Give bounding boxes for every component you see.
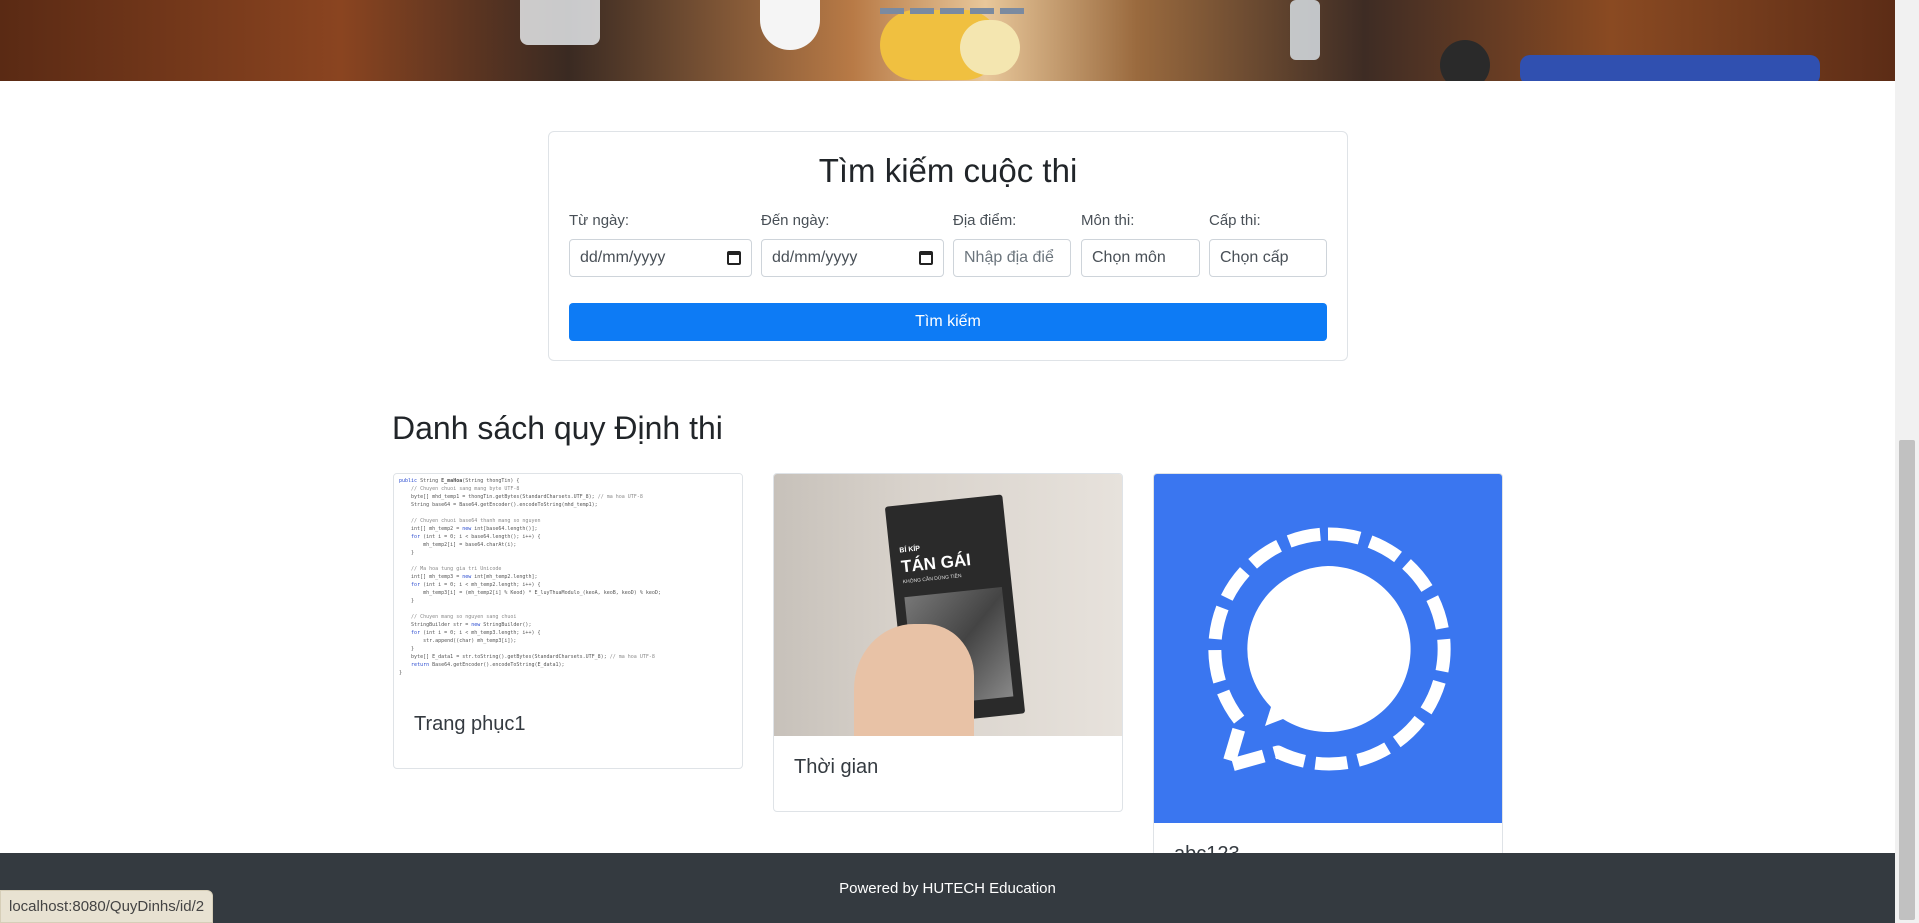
scrollbar-thumb[interactable] xyxy=(1899,440,1915,920)
from-date-label: Từ ngày: xyxy=(569,212,630,229)
card-title[interactable]: Thời gian xyxy=(774,736,1122,811)
rule-card[interactable]: abc123 xyxy=(1153,473,1503,899)
location-input[interactable]: Nhập địa điể xyxy=(953,239,1071,277)
from-date-value: dd/mm/yyyy xyxy=(580,249,666,266)
card-image-book: BÍ KÍP TÁN GÁI KHÔNG CẦN DÙNG TIỀN xyxy=(774,474,1122,736)
card-image-code-screenshot: public String E_maHoa(String thongTin) {… xyxy=(394,474,742,693)
from-date-input[interactable]: dd/mm/yyyy xyxy=(569,239,752,277)
search-button[interactable]: Tìm kiếm xyxy=(569,303,1327,341)
footer-text: Powered by HUTECH Education xyxy=(839,879,1056,897)
subject-label: Môn thi: xyxy=(1081,212,1135,229)
calendar-icon[interactable] xyxy=(919,251,933,265)
to-date-label: Đến ngày: xyxy=(761,212,830,229)
carousel-indicator[interactable] xyxy=(970,8,994,14)
search-title: Tìm kiếm cuộc thi xyxy=(818,152,1078,189)
subject-input[interactable]: Chọn môn xyxy=(1081,239,1200,277)
calendar-icon[interactable] xyxy=(727,251,741,265)
level-label: Cấp thi: xyxy=(1209,212,1261,229)
card-image-signal xyxy=(1154,474,1502,823)
footer: Powered by HUTECH Education xyxy=(0,853,1895,923)
vertical-scrollbar[interactable] xyxy=(1895,0,1919,923)
page: Tìm kiếm cuộc thi Từ ngày: dd/mm/yyyy Đế… xyxy=(0,0,1919,923)
level-field: Cấp thi: Chọn cấp xyxy=(1209,212,1327,277)
to-date-value: dd/mm/yyyy xyxy=(772,249,858,266)
to-date-field: Đến ngày: dd/mm/yyyy xyxy=(761,212,944,277)
rule-card[interactable]: public String E_maHoa(String thongTin) {… xyxy=(393,473,743,769)
carousel-indicator[interactable] xyxy=(910,8,934,14)
search-card: Tìm kiếm cuộc thi Từ ngày: dd/mm/yyyy Đế… xyxy=(548,131,1348,361)
carousel-indicator[interactable] xyxy=(940,8,964,14)
rule-card[interactable]: BÍ KÍP TÁN GÁI KHÔNG CẦN DÙNG TIỀN Thời … xyxy=(773,473,1123,812)
subject-field: Môn thi: Chọn môn xyxy=(1081,212,1200,277)
location-field: Địa điểm: Nhập địa điể xyxy=(953,212,1071,277)
hand-illustration xyxy=(854,624,974,736)
location-label: Địa điểm: xyxy=(953,212,1017,229)
from-date-field: Từ ngày: dd/mm/yyyy xyxy=(569,212,752,277)
signal-chat-icon xyxy=(1208,526,1451,772)
carousel-indicator[interactable] xyxy=(1000,8,1024,14)
book-cover-line: BÍ KÍP xyxy=(899,545,921,555)
list-title: Danh sách quy Định thi xyxy=(392,410,723,446)
card-title[interactable]: Trang phục1 xyxy=(394,693,742,768)
status-bar-url: localhost:8080/QuyDinhs/id/2 xyxy=(0,890,214,923)
carousel-indicator[interactable] xyxy=(880,8,904,14)
to-date-input[interactable]: dd/mm/yyyy xyxy=(761,239,944,277)
carousel-indicators[interactable] xyxy=(880,8,1024,14)
level-input[interactable]: Chọn cấp xyxy=(1209,239,1327,277)
hero-banner-image xyxy=(0,0,1895,81)
